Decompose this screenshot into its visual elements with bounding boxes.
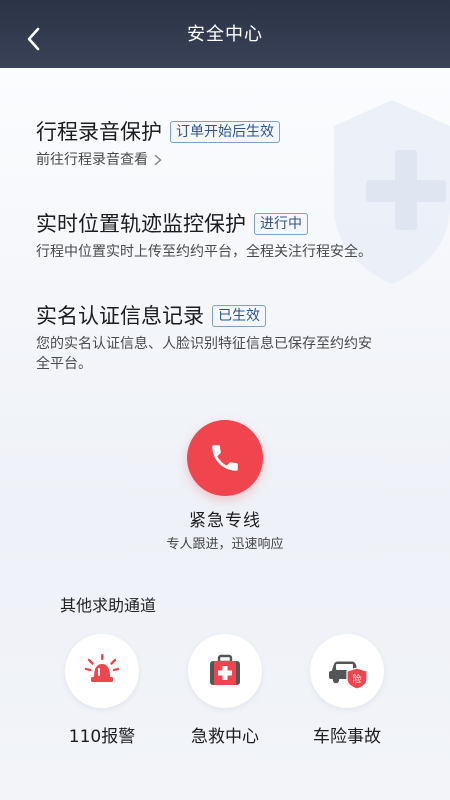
car-insurance-accident-button[interactable]: 险 车险事故 bbox=[292, 634, 402, 748]
emergency-call-button[interactable] bbox=[187, 420, 263, 496]
section-title: 实名认证信息记录 bbox=[36, 304, 204, 328]
recording-protection-section: 行程录音保护 订单开始后生效 前往行程录音查看 bbox=[36, 118, 420, 170]
page-title: 安全中心 bbox=[187, 24, 263, 45]
status-badge: 进行中 bbox=[254, 213, 308, 235]
emergency-hotline: 紧急专线 专人跟进，迅速响应 bbox=[0, 420, 450, 554]
first-aid-kit-icon bbox=[210, 654, 240, 685]
emergency-title: 紧急专线 bbox=[189, 511, 261, 531]
section-title: 实时位置轨迹监控保护 bbox=[36, 212, 246, 236]
status-badge: 已生效 bbox=[212, 305, 266, 327]
police-siren-icon bbox=[84, 654, 120, 682]
first-aid-center-button[interactable]: 急救中心 bbox=[170, 634, 280, 748]
view-recording-link[interactable]: 前往行程录音查看 bbox=[36, 150, 420, 170]
other-channels-title: 其他求助通道 bbox=[60, 596, 157, 615]
status-badge: 订单开始后生效 bbox=[170, 121, 280, 143]
channel-label: 车险事故 bbox=[313, 727, 381, 747]
description-line: 全平台。 bbox=[36, 356, 92, 372]
channel-label: 急救中心 bbox=[191, 727, 259, 747]
real-name-record-section: 实名认证信息记录 已生效 您的实名认证信息、人脸识别特征信息已保存至约约安 全平… bbox=[36, 302, 420, 374]
channel-icon-circle bbox=[188, 634, 262, 708]
chevron-right-icon bbox=[154, 154, 162, 166]
link-label: 前往行程录音查看 bbox=[36, 152, 148, 168]
car-insurance-icon: 险 bbox=[329, 661, 368, 690]
channel-icon-circle bbox=[65, 634, 139, 708]
safety-center-content: 行程录音保护 订单开始后生效 前往行程录音查看 实时位置轨迹监控保护 进行中 行… bbox=[0, 68, 450, 800]
insurance-badge-text: 险 bbox=[352, 673, 361, 685]
location-monitoring-section: 实时位置轨迹监控保护 进行中 行程中位置实时上传至约约平台，全程关注行程安全。 bbox=[36, 210, 420, 262]
channel-icon-circle: 险 bbox=[310, 634, 384, 708]
section-description: 您的实名认证信息、人脸识别特征信息已保存至约约安 全平台。 bbox=[36, 334, 420, 374]
section-description: 行程中位置实时上传至约约平台，全程关注行程安全。 bbox=[36, 244, 372, 260]
section-title: 行程录音保护 bbox=[36, 120, 162, 144]
police-110-button[interactable]: 110报警 bbox=[47, 634, 157, 748]
emergency-subtitle: 专人跟进，迅速响应 bbox=[166, 537, 284, 552]
channel-label: 110报警 bbox=[68, 727, 136, 747]
description-line: 您的实名认证信息、人脸识别特征信息已保存至约约安 bbox=[36, 336, 372, 352]
phone-icon bbox=[212, 445, 238, 471]
top-bar: 安全中心 bbox=[0, 0, 450, 68]
